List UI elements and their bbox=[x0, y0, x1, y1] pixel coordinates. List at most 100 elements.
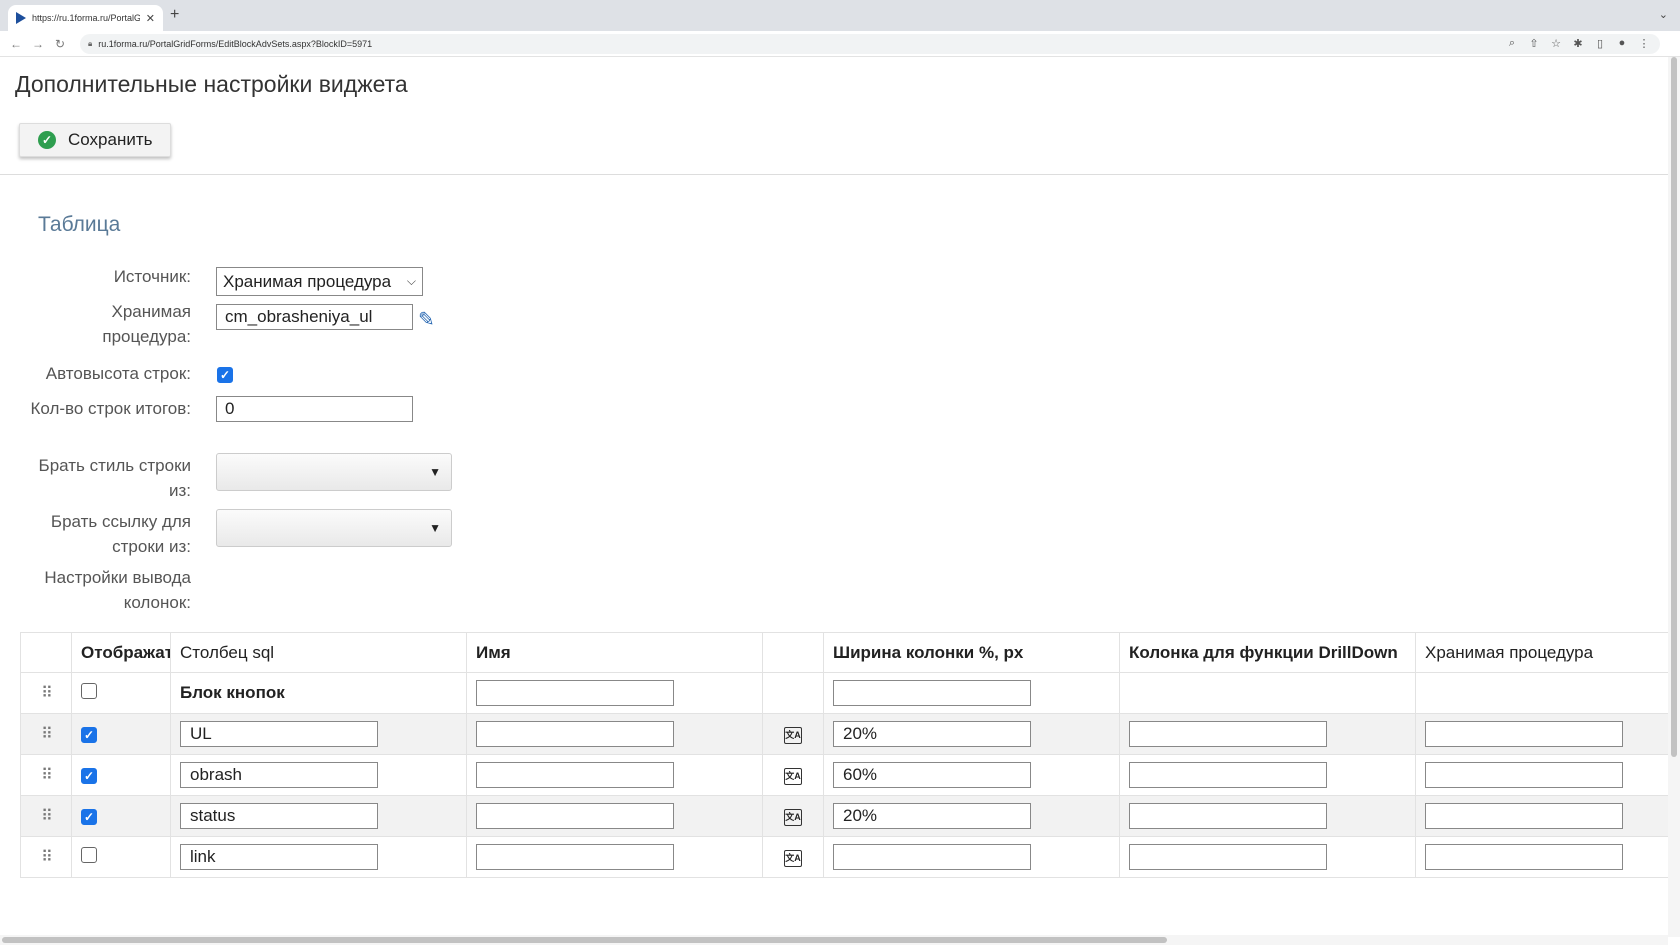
dropdown-arrow-icon: ▼ bbox=[429, 521, 441, 535]
chevron-down-icon: ⌵ bbox=[406, 274, 416, 288]
translate-icon[interactable]: 文A bbox=[784, 808, 802, 826]
header-show[interactable]: Отображать bbox=[71, 632, 171, 673]
drag-handle-icon[interactable]: ⠿ bbox=[20, 713, 72, 755]
drill-input[interactable] bbox=[1129, 844, 1327, 870]
proc-input[interactable] bbox=[1425, 803, 1623, 829]
autoheight-checkbox[interactable]: ✓ bbox=[217, 367, 233, 383]
width-input[interactable] bbox=[833, 844, 1031, 870]
extensions-icon[interactable]: ✱ bbox=[1572, 37, 1584, 50]
drag-handle-icon[interactable]: ⠿ bbox=[20, 836, 72, 878]
header-drill[interactable]: Колонка для функции DrillDown bbox=[1119, 632, 1416, 673]
profile-icon[interactable]: ● bbox=[1616, 37, 1628, 50]
proc-input[interactable] bbox=[1425, 721, 1623, 747]
header-proc[interactable]: Хранимая процедура bbox=[1415, 632, 1669, 673]
address-bar: ← → ↻ 🔒︎ ru.1forma.ru/PortalGridForms/Ed… bbox=[0, 31, 1680, 57]
source-select[interactable]: Хранимая процедура ⌵ bbox=[216, 267, 423, 296]
width-input[interactable]: 60% bbox=[833, 762, 1031, 788]
header-translate bbox=[762, 632, 824, 673]
columns-grid: Отображать Столбец sql Имя Ширина колонк… bbox=[20, 632, 1669, 878]
page-title: Дополнительные настройки виджета bbox=[15, 71, 408, 97]
dropdown-arrow-icon: ▼ bbox=[429, 465, 441, 479]
table-row: ⠿ link 文A bbox=[20, 836, 1669, 878]
proc-input[interactable] bbox=[1425, 844, 1623, 870]
name-input[interactable] bbox=[476, 721, 674, 747]
url-field[interactable]: 🔒︎ ru.1forma.ru/PortalGridForms/EditBloc… bbox=[80, 33, 1660, 54]
save-button-label: Сохранить bbox=[68, 130, 153, 149]
translate-icon[interactable]: 文A bbox=[784, 726, 802, 744]
header-width[interactable]: Ширина колонки %, px bbox=[823, 632, 1120, 673]
checkmark-icon: ✓ bbox=[38, 131, 56, 149]
totals-label: Кол-во строк итогов: bbox=[30, 399, 191, 418]
translate-icon[interactable]: 文A bbox=[784, 849, 802, 867]
name-input[interactable] bbox=[476, 844, 674, 870]
drill-input[interactable] bbox=[1129, 762, 1327, 788]
totals-input[interactable]: 0 bbox=[216, 396, 413, 422]
drill-input[interactable] bbox=[1129, 803, 1327, 829]
row-style-select[interactable]: ▼ bbox=[216, 453, 452, 491]
width-input[interactable]: 20% bbox=[833, 803, 1031, 829]
row-link-select[interactable]: ▼ bbox=[216, 509, 452, 547]
tab-list-chevron-icon[interactable]: ⌄ bbox=[1659, 8, 1668, 21]
table-row: ⠿ ✓ status 文A 20% bbox=[20, 795, 1669, 837]
close-tab-icon[interactable]: ✕ bbox=[146, 12, 155, 25]
sidepanel-icon[interactable]: ▯ bbox=[1594, 37, 1606, 50]
page-content: Дополнительные настройки виджета ✓ Сохра… bbox=[0, 57, 1669, 937]
width-input[interactable]: 20% bbox=[833, 721, 1031, 747]
name-input[interactable] bbox=[476, 680, 674, 706]
show-checkbox[interactable]: ✓ bbox=[81, 727, 97, 743]
save-button[interactable]: ✓ Сохранить bbox=[19, 123, 171, 157]
name-input[interactable] bbox=[476, 762, 674, 788]
share-icon[interactable]: ⇧ bbox=[1528, 37, 1540, 50]
new-tab-icon[interactable]: + bbox=[170, 6, 179, 24]
edit-icon[interactable]: ✎ bbox=[418, 307, 435, 332]
divider bbox=[0, 174, 1668, 175]
proc-input[interactable]: cm_obrasheniya_ul bbox=[216, 304, 413, 330]
show-checkbox[interactable]: ✓ bbox=[81, 809, 97, 825]
sql-input[interactable]: status bbox=[180, 803, 378, 829]
table-row: ⠿ ✓ UL 文A 20% bbox=[20, 713, 1669, 755]
drag-handle-icon[interactable]: ⠿ bbox=[20, 795, 72, 837]
sql-input[interactable]: UL bbox=[180, 721, 378, 747]
columns-label: Настройки вывода колонок: bbox=[44, 568, 191, 612]
menu-icon[interactable]: ⋮ bbox=[1638, 37, 1650, 50]
header-handle bbox=[20, 632, 72, 673]
bookmark-star-icon[interactable]: ☆ bbox=[1550, 37, 1562, 50]
vertical-scrollbar[interactable] bbox=[1668, 57, 1680, 937]
width-input[interactable] bbox=[833, 680, 1031, 706]
grid-header-row: Отображать Столбец sql Имя Ширина колонк… bbox=[20, 632, 1669, 673]
favicon-icon bbox=[16, 12, 26, 24]
forward-icon[interactable]: → bbox=[32, 37, 44, 51]
drag-handle-icon[interactable]: ⠿ bbox=[20, 672, 72, 714]
drill-input[interactable] bbox=[1129, 721, 1327, 747]
name-input[interactable] bbox=[476, 803, 674, 829]
sql-input[interactable]: link bbox=[180, 844, 378, 870]
table-row: ⠿ Блок кнопок bbox=[20, 672, 1669, 714]
translate-icon[interactable]: 文A bbox=[784, 767, 802, 785]
back-icon[interactable]: ← bbox=[10, 37, 22, 51]
url-text: ru.1forma.ru/PortalGridForms/EditBlockAd… bbox=[98, 38, 373, 49]
sql-label: Блок кнопок bbox=[170, 672, 467, 714]
source-label: Источник: bbox=[113, 267, 191, 286]
browser-tabbar: https://ru.1forma.ru/PortalGrid ✕ + ⌄ bbox=[0, 0, 1680, 31]
proc-input[interactable] bbox=[1425, 762, 1623, 788]
header-sql[interactable]: Столбец sql bbox=[170, 632, 467, 673]
lock-icon[interactable]: 🔒︎ bbox=[88, 39, 92, 49]
show-checkbox[interactable] bbox=[81, 682, 97, 699]
show-checkbox[interactable]: ✓ bbox=[81, 768, 97, 784]
translate-cell bbox=[762, 672, 824, 714]
vertical-scroll-thumb[interactable] bbox=[1671, 57, 1677, 757]
header-name[interactable]: Имя bbox=[466, 632, 763, 673]
tab-title: https://ru.1forma.ru/PortalGrid bbox=[32, 13, 140, 23]
zoom-icon[interactable]: ⌕ bbox=[1506, 37, 1518, 50]
row-style-label: Брать стиль строки из: bbox=[38, 456, 191, 500]
reload-icon[interactable]: ↻ bbox=[54, 37, 66, 51]
browser-tab[interactable]: https://ru.1forma.ru/PortalGrid ✕ bbox=[8, 5, 163, 31]
section-title: Таблица bbox=[38, 213, 121, 236]
proc-label: Хранимая процедура: bbox=[102, 302, 191, 346]
drag-handle-icon[interactable]: ⠿ bbox=[20, 754, 72, 796]
sql-input[interactable]: obrash bbox=[180, 762, 378, 788]
horizontal-scroll-thumb[interactable] bbox=[2, 937, 1167, 943]
horizontal-scrollbar[interactable] bbox=[0, 935, 1668, 945]
proc-cell bbox=[1415, 672, 1669, 714]
show-checkbox[interactable] bbox=[81, 846, 97, 863]
